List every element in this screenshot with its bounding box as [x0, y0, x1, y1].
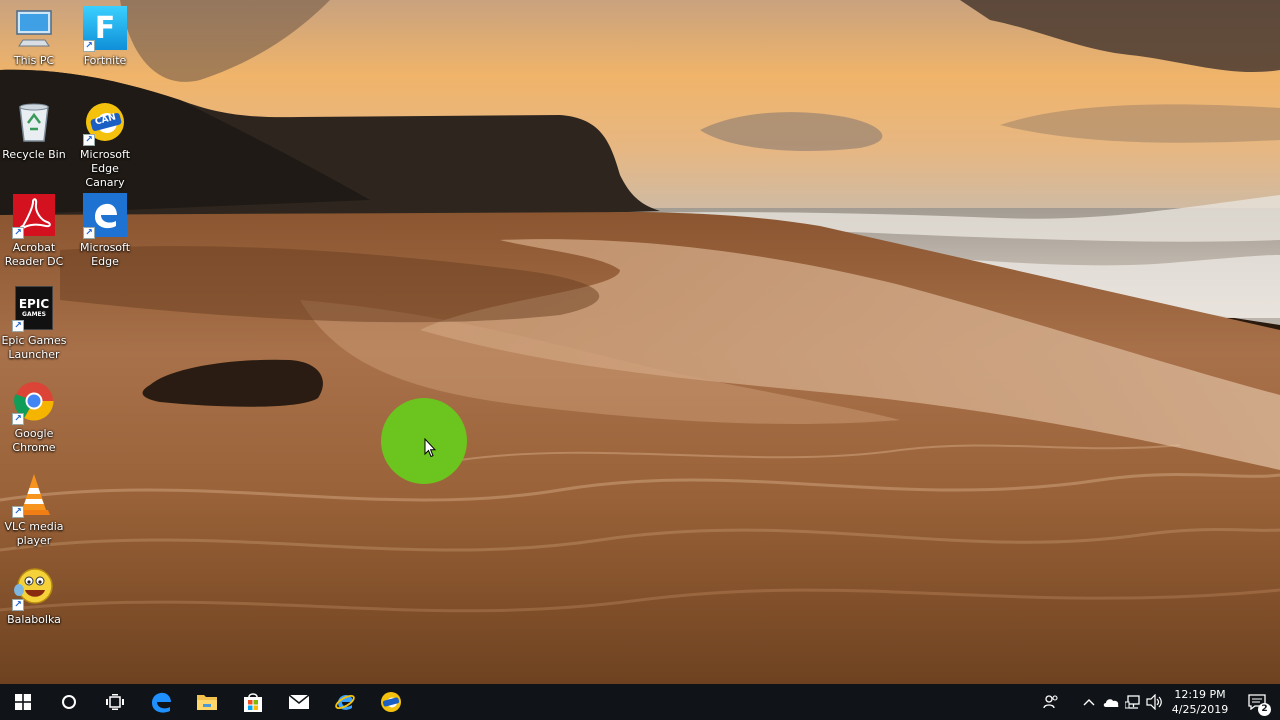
- shortcut-arrow-icon: ↗: [12, 227, 24, 239]
- people-icon: [1043, 695, 1058, 709]
- system-tray: 12:19 PM 4/25/2019 2: [1036, 684, 1280, 720]
- shortcut-arrow-icon: ↗: [12, 320, 24, 332]
- desktop-icon-balabolka[interactable]: ↗ Balabolka: [0, 565, 68, 627]
- mail-icon: [288, 694, 310, 709]
- clock-time: 12:19 PM: [1174, 688, 1226, 701]
- shortcut-arrow-icon: ↗: [12, 413, 24, 425]
- desktop-icon-label: Balabolka: [7, 613, 61, 626]
- edge-canary-icon: CAN ↗: [83, 100, 127, 146]
- fortnite-logo-letter: F: [94, 10, 116, 46]
- onedrive-icon: [1103, 699, 1119, 707]
- cortana-button[interactable]: [46, 684, 92, 720]
- show-hidden-icons-button[interactable]: [1078, 684, 1100, 720]
- onedrive-button[interactable]: [1100, 684, 1122, 720]
- people-button[interactable]: [1036, 684, 1066, 720]
- volume-icon: [1146, 694, 1162, 710]
- desktop-wallpaper: [0, 0, 1280, 684]
- taskbar-edge-canary[interactable]: [368, 684, 414, 720]
- chevron-up-icon: [1083, 699, 1095, 706]
- desktop-icon-this-pc[interactable]: This PC: [0, 6, 68, 68]
- taskbar: 12:19 PM 4/25/2019 2: [0, 684, 1280, 720]
- desktop-icon-fortnite[interactable]: F ↗ Fortnite: [71, 6, 139, 68]
- internet-explorer-icon: [335, 695, 355, 710]
- edge-icon: ↗: [83, 193, 127, 239]
- chrome-icon: ↗: [12, 379, 56, 425]
- desktop-icon-label: This PC: [13, 54, 55, 67]
- file-explorer-icon: [197, 695, 217, 710]
- balabolka-icon: ↗: [12, 565, 56, 611]
- desktop-icon-chrome[interactable]: ↗ Google Chrome: [0, 379, 68, 455]
- start-icon: [15, 694, 31, 710]
- epic-logo-top: EPIC: [18, 296, 50, 311]
- desktop-icon-edge[interactable]: ↗ Microsoft Edge: [71, 193, 139, 269]
- taskbar-mail[interactable]: [276, 684, 322, 720]
- desktop-icon-label: VLC media player: [4, 520, 64, 547]
- taskbar-file-explorer[interactable]: [184, 684, 230, 720]
- desktop-icon-label: Epic Games Launcher: [1, 334, 67, 361]
- start-button[interactable]: [0, 684, 46, 720]
- epic-games-icon: EPIC GAMES ↗: [12, 286, 56, 332]
- desktop-icon-label: Google Chrome: [12, 427, 56, 454]
- desktop-icon-epic-games[interactable]: EPIC GAMES ↗ Epic Games Launcher: [0, 286, 68, 362]
- desktop-icon-label: Acrobat Reader DC: [4, 241, 64, 268]
- desktop-icon-recycle-bin[interactable]: Recycle Bin: [0, 100, 68, 162]
- cortana-icon: [62, 695, 76, 709]
- taskbar-store[interactable]: [230, 684, 276, 720]
- task-view-button[interactable]: [92, 684, 138, 720]
- taskbar-edge[interactable]: [138, 684, 184, 720]
- edge-canary-icon: [381, 692, 401, 712]
- desktop-icon-label: Microsoft Edge Canary: [79, 148, 131, 189]
- desktop-icon-edge-canary[interactable]: CAN ↗ Microsoft Edge Canary: [71, 100, 139, 190]
- computer-icon: [12, 6, 56, 50]
- desktop-icon-label: Fortnite: [83, 54, 127, 67]
- edge-icon: [152, 692, 171, 713]
- desktop-icon-label: Microsoft Edge: [79, 241, 131, 268]
- notification-count-badge: 2: [1258, 703, 1271, 716]
- shortcut-arrow-icon: ↗: [12, 506, 24, 518]
- desktop-icon-acrobat-reader[interactable]: ↗ Acrobat Reader DC: [0, 193, 68, 269]
- network-button[interactable]: [1122, 684, 1144, 720]
- network-icon: [1125, 695, 1140, 709]
- shortcut-arrow-icon: ↗: [83, 134, 95, 146]
- recycle-bin-icon: [12, 100, 56, 144]
- task-view-icon: [106, 694, 124, 710]
- desktop-icon-label: Recycle Bin: [2, 148, 66, 161]
- mouse-pointer-icon: [424, 437, 437, 462]
- shortcut-arrow-icon: ↗: [12, 599, 24, 611]
- acrobat-icon: ↗: [12, 193, 56, 239]
- fortnite-icon: F ↗: [83, 6, 127, 52]
- action-center-button[interactable]: 2: [1234, 684, 1280, 720]
- clock-date: 4/25/2019: [1171, 703, 1229, 716]
- shortcut-arrow-icon: ↗: [83, 40, 95, 52]
- taskbar-internet-explorer[interactable]: [322, 684, 368, 720]
- clock[interactable]: 12:19 PM 4/25/2019: [1166, 684, 1234, 720]
- epic-logo-bottom: GAMES: [22, 310, 46, 318]
- vlc-icon: ↗: [12, 472, 56, 518]
- shortcut-arrow-icon: ↗: [83, 227, 95, 239]
- volume-button[interactable]: [1144, 684, 1166, 720]
- store-icon: [244, 693, 262, 712]
- desktop-icon-vlc[interactable]: ↗ VLC media player: [0, 472, 68, 548]
